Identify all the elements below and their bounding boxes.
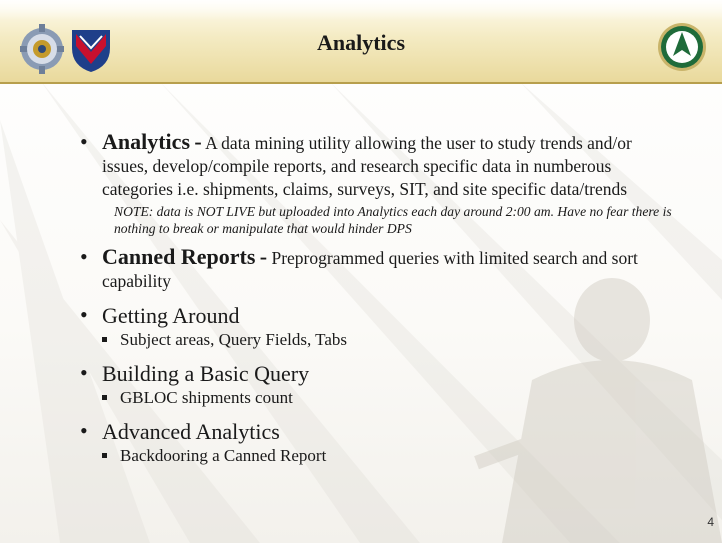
bullet-building-query: • Building a Basic Query bbox=[80, 361, 680, 387]
slide-header: Analytics bbox=[0, 0, 722, 84]
bullet-separator: - bbox=[194, 129, 202, 154]
sub-bullet: GBLOC shipments count bbox=[80, 387, 680, 409]
bullet-term: Getting Around bbox=[102, 303, 240, 328]
bullet-dot: • bbox=[80, 129, 88, 154]
bullet-getting-around: • Getting Around bbox=[80, 303, 680, 329]
bullet-separator: - bbox=[259, 244, 268, 269]
sub-bullet-text: GBLOC shipments count bbox=[120, 388, 293, 407]
header-shine bbox=[0, 0, 722, 20]
bullet-term: Building a Basic Query bbox=[102, 361, 310, 386]
sub-bullet: Backdooring a Canned Report bbox=[80, 445, 680, 467]
page-number: 4 bbox=[707, 515, 714, 529]
slide: Analytics • Analytics - A data mining ut… bbox=[0, 0, 722, 543]
square-bullet-icon bbox=[102, 395, 107, 400]
bullet-dot: • bbox=[80, 302, 88, 327]
bullet-canned-reports: • Canned Reports - Preprogrammed queries… bbox=[80, 245, 680, 293]
sub-bullet-text: Backdooring a Canned Report bbox=[120, 446, 327, 465]
bullet-dot: • bbox=[80, 418, 88, 443]
square-bullet-icon bbox=[102, 337, 107, 342]
bullet-dot: • bbox=[80, 244, 88, 269]
bullet-term: Canned Reports bbox=[102, 244, 256, 269]
square-bullet-icon bbox=[102, 453, 107, 458]
bullet-term: Advanced Analytics bbox=[102, 419, 280, 444]
compass-arrow-emblem-icon bbox=[658, 23, 706, 71]
sub-bullet-text: Subject areas, Query Fields, Tabs bbox=[120, 330, 348, 349]
bullet-term: Analytics bbox=[102, 129, 190, 154]
bullet-dot: • bbox=[80, 360, 88, 385]
slide-content: • Analytics - A data mining utility allo… bbox=[80, 130, 680, 467]
bullet-advanced-analytics: • Advanced Analytics bbox=[80, 419, 680, 445]
bullet-analytics: • Analytics - A data mining utility allo… bbox=[80, 130, 680, 237]
sub-bullet: Subject areas, Query Fields, Tabs bbox=[80, 329, 680, 351]
slide-title: Analytics bbox=[317, 30, 405, 55]
bullet-note: NOTE: data is NOT LIVE but uploaded into… bbox=[114, 204, 672, 236]
